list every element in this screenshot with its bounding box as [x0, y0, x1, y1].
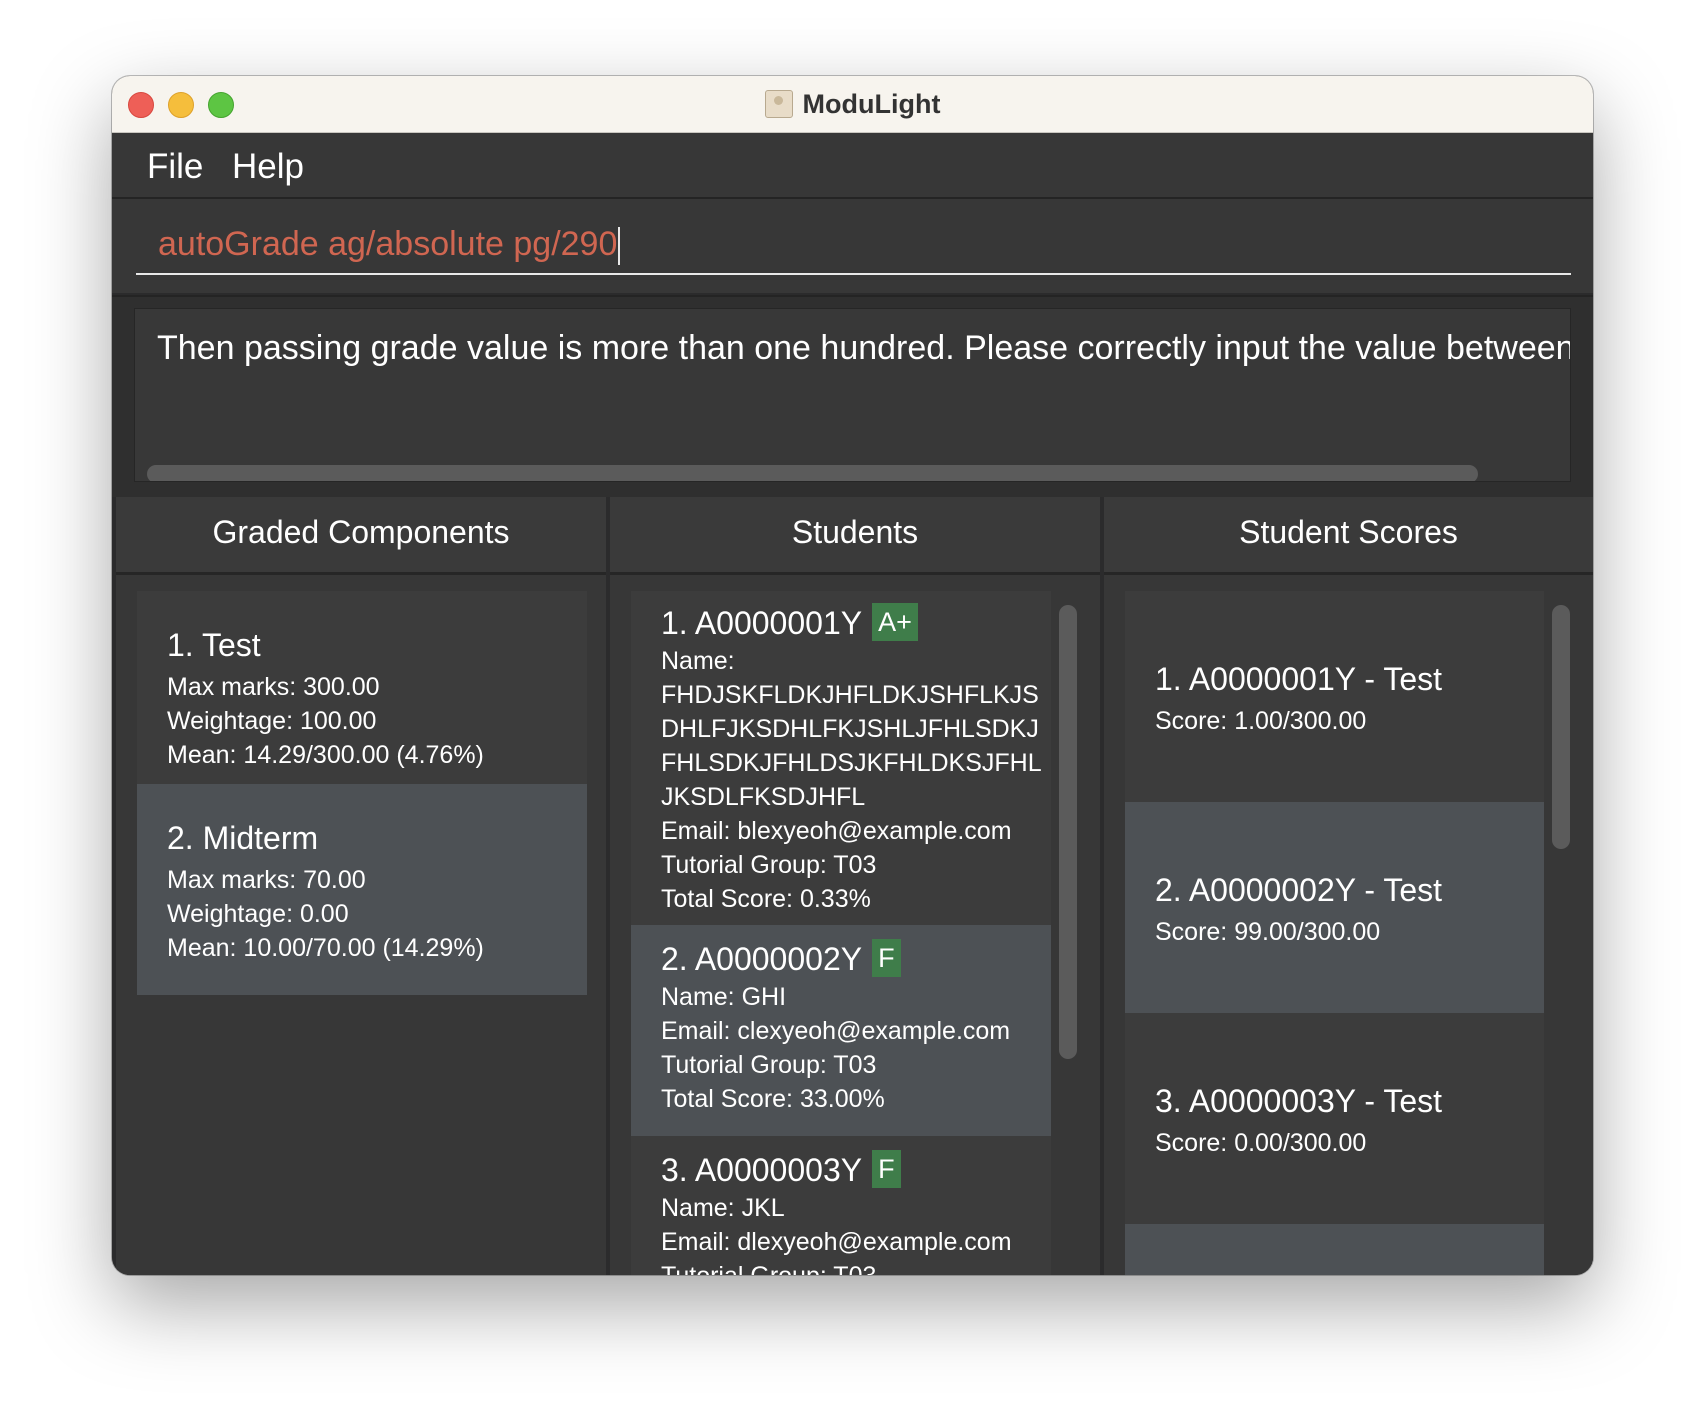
students-list[interactable]: 1. A0000001Y A+ Name: FHDJSKFLDKJHFLDKJSH…: [610, 575, 1100, 1275]
command-input[interactable]: autoGrade ag/absolute pg/290: [136, 215, 1571, 275]
grade-badge: F: [872, 1150, 901, 1188]
student-email: Email: blexyeoh@example.com: [661, 817, 1012, 845]
student-card[interactable]: 2. A0000002Y F Name: GHI Email: clexyeoh@…: [631, 925, 1051, 1136]
menu-help[interactable]: Help: [232, 147, 304, 187]
student-card[interactable]: 3. A0000003Y F Name: JKL Email: dlexyeoh@…: [631, 1136, 1051, 1275]
menu-file[interactable]: File: [147, 147, 203, 187]
student-scores-list[interactable]: 1. A0000001Y - Test Score: 1.00/300.00 2…: [1104, 575, 1593, 1275]
student-name-line: FHDJSKFLDKJHFLDKJSHFLKJS: [661, 681, 1039, 709]
grade-badge: F: [872, 939, 901, 977]
student-card[interactable]: 1. A0000001Y A+ Name: FHDJSKFLDKJHFLDKJSH…: [631, 591, 1051, 925]
student-total-score: Total Score: 0.33%: [661, 885, 871, 913]
student-title-row: 1. A0000001Y A+: [661, 603, 918, 642]
window-title: ModuLight: [802, 88, 941, 119]
component-weightage: Weightage: 100.00: [167, 707, 377, 735]
score-value: Score: 1.00/300.00: [1155, 707, 1367, 735]
student-name-line: DHLFJKSDHLFKJSHLJFHLSDKJ: [661, 715, 1039, 743]
student-tutorial-group: Tutorial Group: T03: [661, 1262, 876, 1275]
student-name-line: JKSDLFKSDJHFL: [661, 783, 866, 811]
grade-badge: A+: [872, 603, 918, 641]
result-message: Then passing grade value is more than on…: [157, 329, 1571, 367]
app-window: ModuLight File Help autoGrade ag/absolut…: [112, 76, 1593, 1275]
menu-bar: File Help: [112, 133, 1593, 199]
student-name-label: Name:: [661, 647, 735, 675]
students-header: Students: [610, 497, 1100, 575]
student-scores-panel: Student Scores 1. A0000001Y - Test Score…: [1104, 497, 1593, 1275]
command-text: autoGrade ag/absolute pg/290: [158, 225, 618, 263]
scores-vertical-scrollbar[interactable]: [1552, 605, 1570, 849]
score-card[interactable]: 2. A0000002Y - Test Score: 99.00/300.00: [1125, 802, 1544, 1013]
graded-components-list[interactable]: 1. Test Max marks: 300.00 Weightage: 100…: [116, 575, 606, 1275]
student-email: Email: clexyeoh@example.com: [661, 1017, 1011, 1045]
students-vertical-scrollbar[interactable]: [1059, 605, 1077, 1059]
component-max-marks: Max marks: 300.00: [167, 673, 380, 701]
component-title: 1. Test: [167, 627, 261, 663]
component-mean: Mean: 10.00/70.00 (14.29%): [167, 934, 484, 962]
score-card[interactable]: 3. A0000003Y - Test Score: 0.00/300.00: [1125, 1013, 1544, 1224]
student-tutorial-group: Tutorial Group: T03: [661, 1051, 877, 1079]
student-id: 3. A0000003Y: [661, 1152, 863, 1188]
score-value: Score: 0.00/300.00: [1155, 1129, 1367, 1157]
students-panel: Students 1. A0000001Y A+ Name: FHDJSKFLDK…: [610, 497, 1100, 1275]
text-caret: [618, 227, 621, 266]
student-id: 2. A0000002Y: [661, 941, 863, 977]
result-display[interactable]: Then passing grade value is more than on…: [134, 308, 1571, 482]
score-title: 1. A0000001Y - Test: [1155, 661, 1443, 697]
student-total-score: Total Score: 33.00%: [661, 1085, 885, 1113]
result-horizontal-scrollbar[interactable]: [147, 465, 1478, 481]
student-tutorial-group: Tutorial Group: T03: [661, 851, 877, 879]
result-display-area: Then passing grade value is more than on…: [112, 295, 1593, 499]
title-bar: ModuLight: [112, 76, 1593, 133]
component-card[interactable]: 1. Test Max marks: 300.00 Weightage: 100…: [137, 591, 587, 784]
student-name-line: FHLSDKJFHLDSJKFHLDKSJFHL: [661, 749, 1042, 777]
student-name: Name: GHI: [661, 983, 787, 1011]
graded-components-header: Graded Components: [116, 497, 606, 575]
app-icon: [764, 90, 793, 118]
score-card[interactable]: 1. A0000001Y - Test Score: 1.00/300.00: [1125, 591, 1544, 802]
score-value: Score: 99.00/300.00: [1155, 918, 1381, 946]
component-max-marks: Max marks: 70.00: [167, 866, 366, 894]
component-mean: Mean: 14.29/300.00 (4.76%): [167, 741, 484, 769]
score-title: 3. A0000003Y - Test: [1155, 1083, 1443, 1119]
panels-area: Graded Components 1. Test Max marks: 300…: [112, 497, 1593, 1275]
command-box-area: autoGrade ag/absolute pg/290: [112, 199, 1593, 293]
window-title-group: ModuLight: [112, 76, 1593, 132]
component-weightage: Weightage: 0.00: [167, 900, 349, 928]
student-id: 1. A0000001Y: [661, 605, 863, 641]
student-title-row: 2. A0000002Y F: [661, 939, 901, 978]
score-card[interactable]: [1125, 1224, 1544, 1275]
component-card[interactable]: 2. Midterm Max marks: 70.00 Weightage: 0…: [137, 784, 587, 995]
student-scores-header: Student Scores: [1104, 497, 1593, 575]
component-title: 2. Midterm: [167, 820, 319, 856]
student-title-row: 3. A0000003Y F: [661, 1150, 901, 1189]
score-title: 2. A0000002Y - Test: [1155, 872, 1443, 908]
graded-components-panel: Graded Components 1. Test Max marks: 300…: [116, 497, 606, 1275]
student-email: Email: dlexyeoh@example.com: [661, 1228, 1012, 1256]
student-name: Name: JKL: [661, 1194, 785, 1222]
